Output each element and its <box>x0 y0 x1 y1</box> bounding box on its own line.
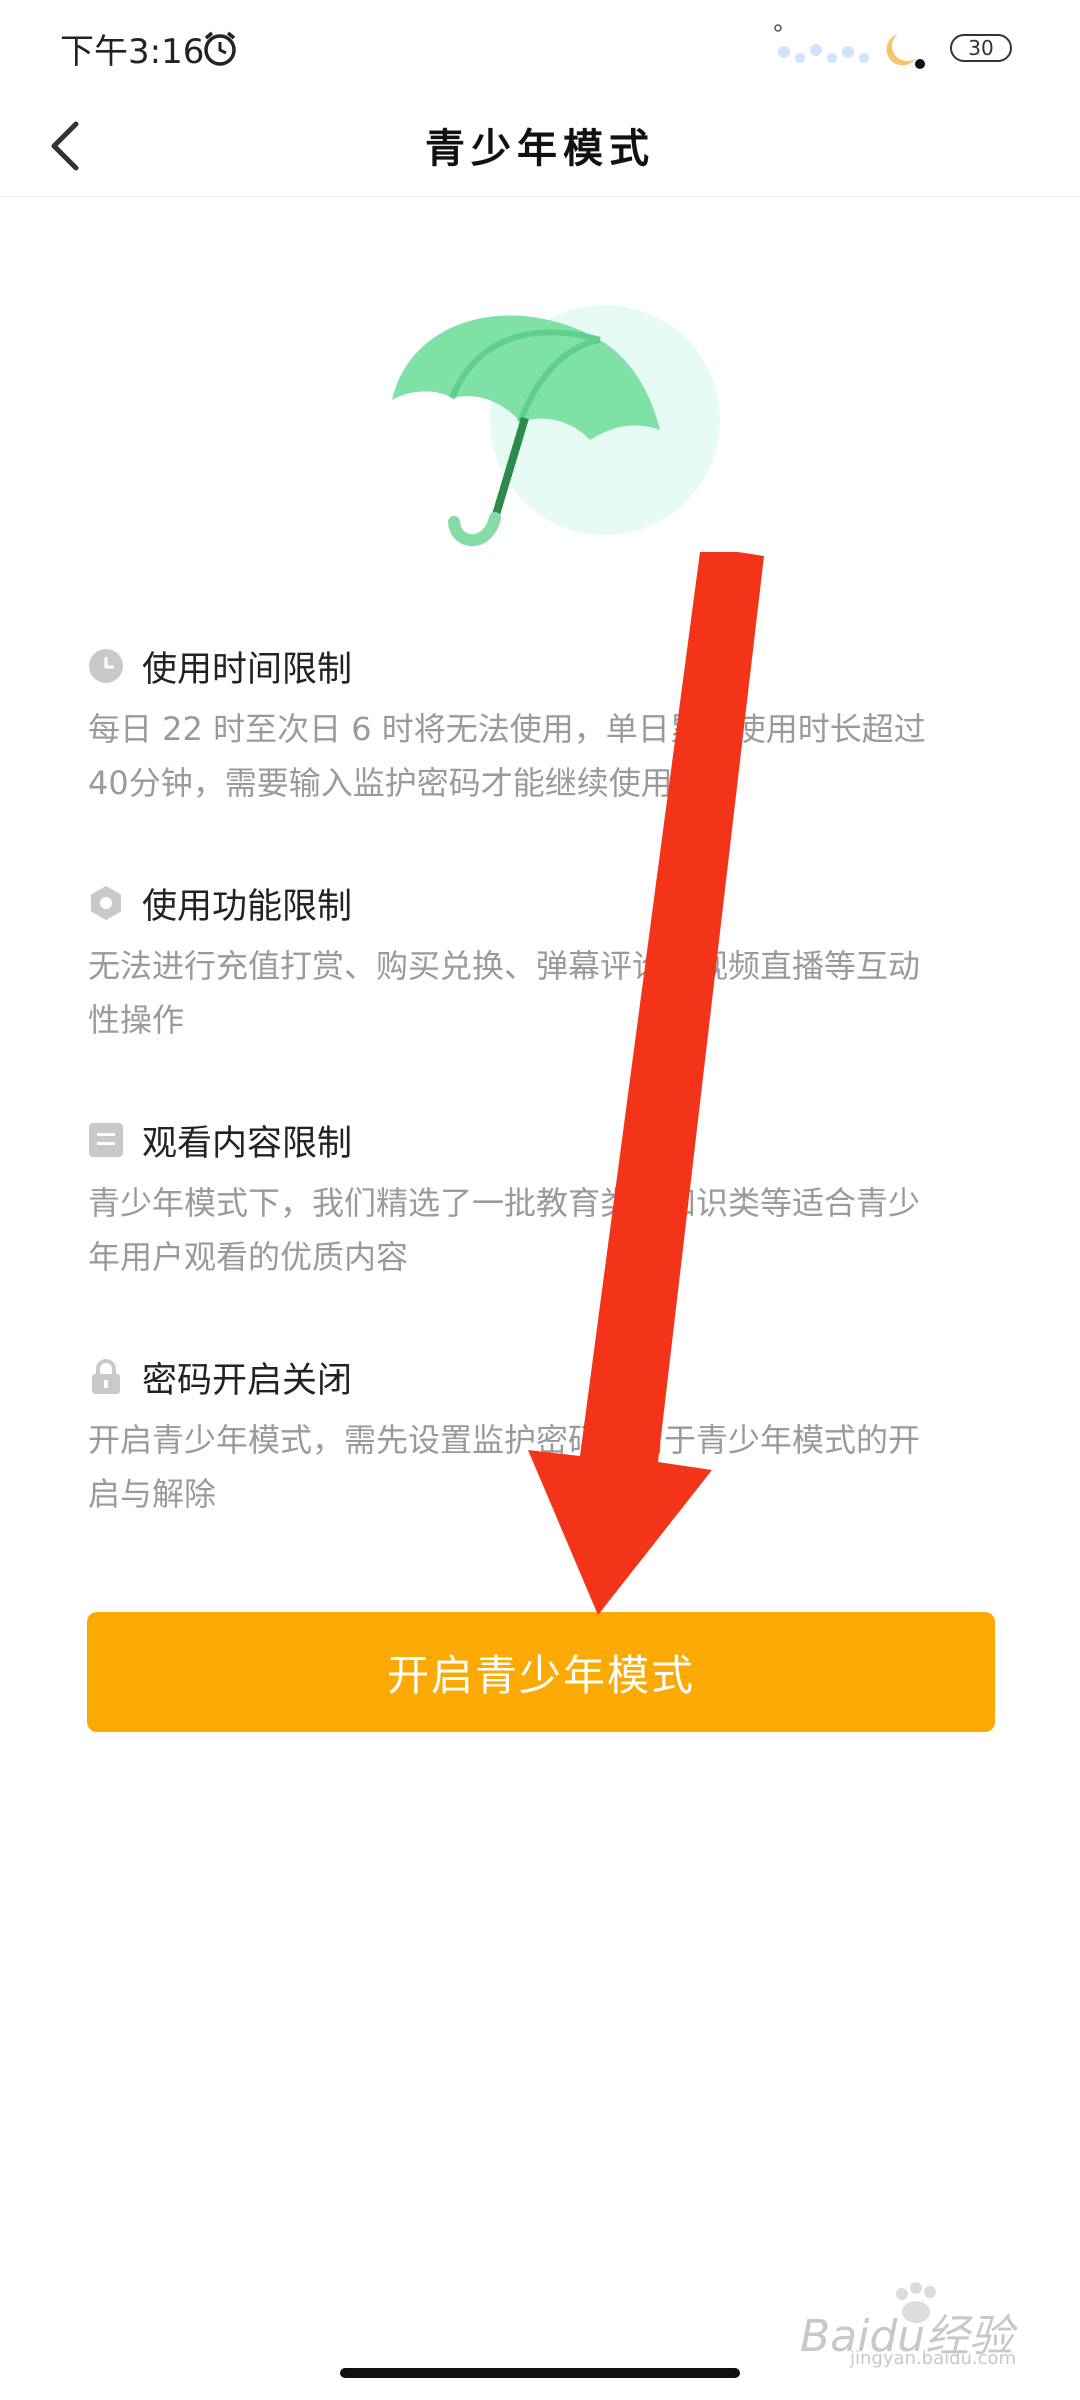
document-icon <box>89 1123 123 1157</box>
feature-description-line: 性操作 <box>88 1001 185 1039</box>
feature-description-line: 年用户观看的优质内容 <box>88 1238 409 1276</box>
feature-password: 密码开启关闭 开启青少年模式，需先设置监护密码，用于青少年模式的开 启与解除 <box>88 1347 1008 1521</box>
watermark-url: jingyan.baidu.com <box>850 2348 1017 2369</box>
feature-description-line: 无法进行充值打赏、购买兑换、弹幕评论、视频直播等互动 <box>88 947 921 985</box>
page-title: 青少年模式 <box>425 126 655 172</box>
feature-title: 使用时间限制 <box>142 649 353 690</box>
status-time: 下午3:16 <box>60 32 205 72</box>
feature-description-line: 开启青少年模式，需先设置监护密码，用于青少年模式的开 <box>88 1421 921 1459</box>
feature-time-limit: 使用时间限制 每日 22 时至次日 6 时将无法使用，单日累计使用时长超过 40… <box>88 636 1008 810</box>
feature-title: 观看内容限制 <box>142 1123 353 1164</box>
feature-description: 青少年模式下，我们精选了一批教育类、知识类等适合青少 年用户观看的优质内容 <box>88 1176 1008 1284</box>
lock-icon <box>92 1359 120 1394</box>
home-indicator[interactable] <box>340 2368 740 2378</box>
feature-description-line: 每日 22 时至次日 6 时将无法使用，单日累计使用时长超过 <box>88 710 926 748</box>
feature-title: 密码开启关闭 <box>142 1360 353 1401</box>
feature-function-limit: 使用功能限制 无法进行充值打赏、购买兑换、弹幕评论、视频直播等互动 性操作 <box>88 873 1008 1047</box>
feature-description-line: 青少年模式下，我们精选了一批教育类、知识类等适合青少 <box>88 1184 921 1222</box>
feature-content-limit: 观看内容限制 青少年模式下，我们精选了一批教育类、知识类等适合青少 年用户观看的… <box>88 1110 1008 1284</box>
feature-description: 开启青少年模式，需先设置监护密码，用于青少年模式的开 启与解除 <box>88 1413 1008 1521</box>
nav-bar: 青少年模式 <box>0 96 1080 197</box>
enable-teen-mode-button[interactable]: 开启青少年模式 <box>87 1612 995 1732</box>
hexagon-icon <box>91 886 121 920</box>
feature-description: 无法进行充值打赏、购买兑换、弹幕评论、视频直播等互动 性操作 <box>88 939 1008 1047</box>
feature-description-line: 启与解除 <box>88 1475 217 1513</box>
feature-description-line: 40分钟，需要输入监护密码才能继续使用 <box>88 764 673 802</box>
alarm-clock-icon <box>204 31 236 66</box>
feature-title: 使用功能限制 <box>142 886 353 927</box>
battery-indicator: 30 <box>950 34 1012 62</box>
feature-description: 每日 22 时至次日 6 时将无法使用，单日累计使用时长超过 40分钟，需要输入… <box>88 702 1008 810</box>
clock-icon <box>89 649 123 683</box>
weather-night-icon <box>774 24 925 69</box>
umbrella-illustration <box>392 305 720 547</box>
status-bar: 下午3:16 30 <box>0 0 1080 96</box>
